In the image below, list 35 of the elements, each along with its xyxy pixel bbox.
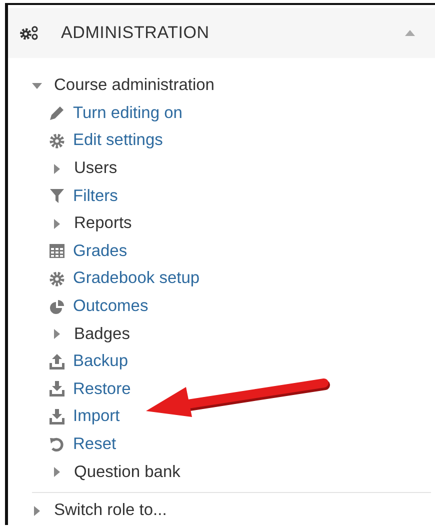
gears-icon [20,25,39,41]
tree-node[interactable]: Course administration [54,76,214,96]
menu-link[interactable]: Reset [73,435,116,454]
collapsed-caret-icon[interactable] [32,506,42,516]
filter-icon [49,188,65,204]
collapsed-caret-icon[interactable] [52,164,62,174]
block-title: ADMINISTRATION [61,23,210,43]
tree-node[interactable]: Switch role to... [54,501,167,520]
pencil-icon [49,105,65,122]
tree-node[interactable]: Reports [74,214,132,234]
tree-node[interactable]: Question bank [74,462,180,482]
gear-icon [49,132,65,149]
download-icon [49,381,65,398]
gear-icon [49,270,65,287]
tree-node[interactable]: Users [74,159,118,178]
collapsed-caret-icon[interactable] [52,329,62,340]
collapsed-caret-icon[interactable] [52,218,62,229]
menu-link[interactable]: Turn editing on [73,104,182,123]
menu-link[interactable]: Import [73,407,120,426]
menu-link[interactable]: Restore [73,380,131,399]
menu-link[interactable]: Outcomes [73,297,148,316]
menu-link[interactable]: Backup [73,352,128,372]
table-icon [49,243,65,260]
collapse-caret-icon[interactable] [405,30,415,36]
menu-link[interactable]: Filters [73,186,118,206]
expanded-caret-icon[interactable] [32,80,42,91]
upload-icon [49,354,65,370]
pie-chart-icon [49,298,65,315]
menu-link[interactable]: Grades [73,242,128,261]
reset-icon [49,436,65,453]
download-icon [49,408,65,425]
menu-link[interactable]: Gradebook setup [73,269,200,288]
collapsed-caret-icon[interactable] [52,467,62,478]
tree-node[interactable]: Badges [74,324,130,344]
menu-link[interactable]: Edit settings [73,131,163,150]
